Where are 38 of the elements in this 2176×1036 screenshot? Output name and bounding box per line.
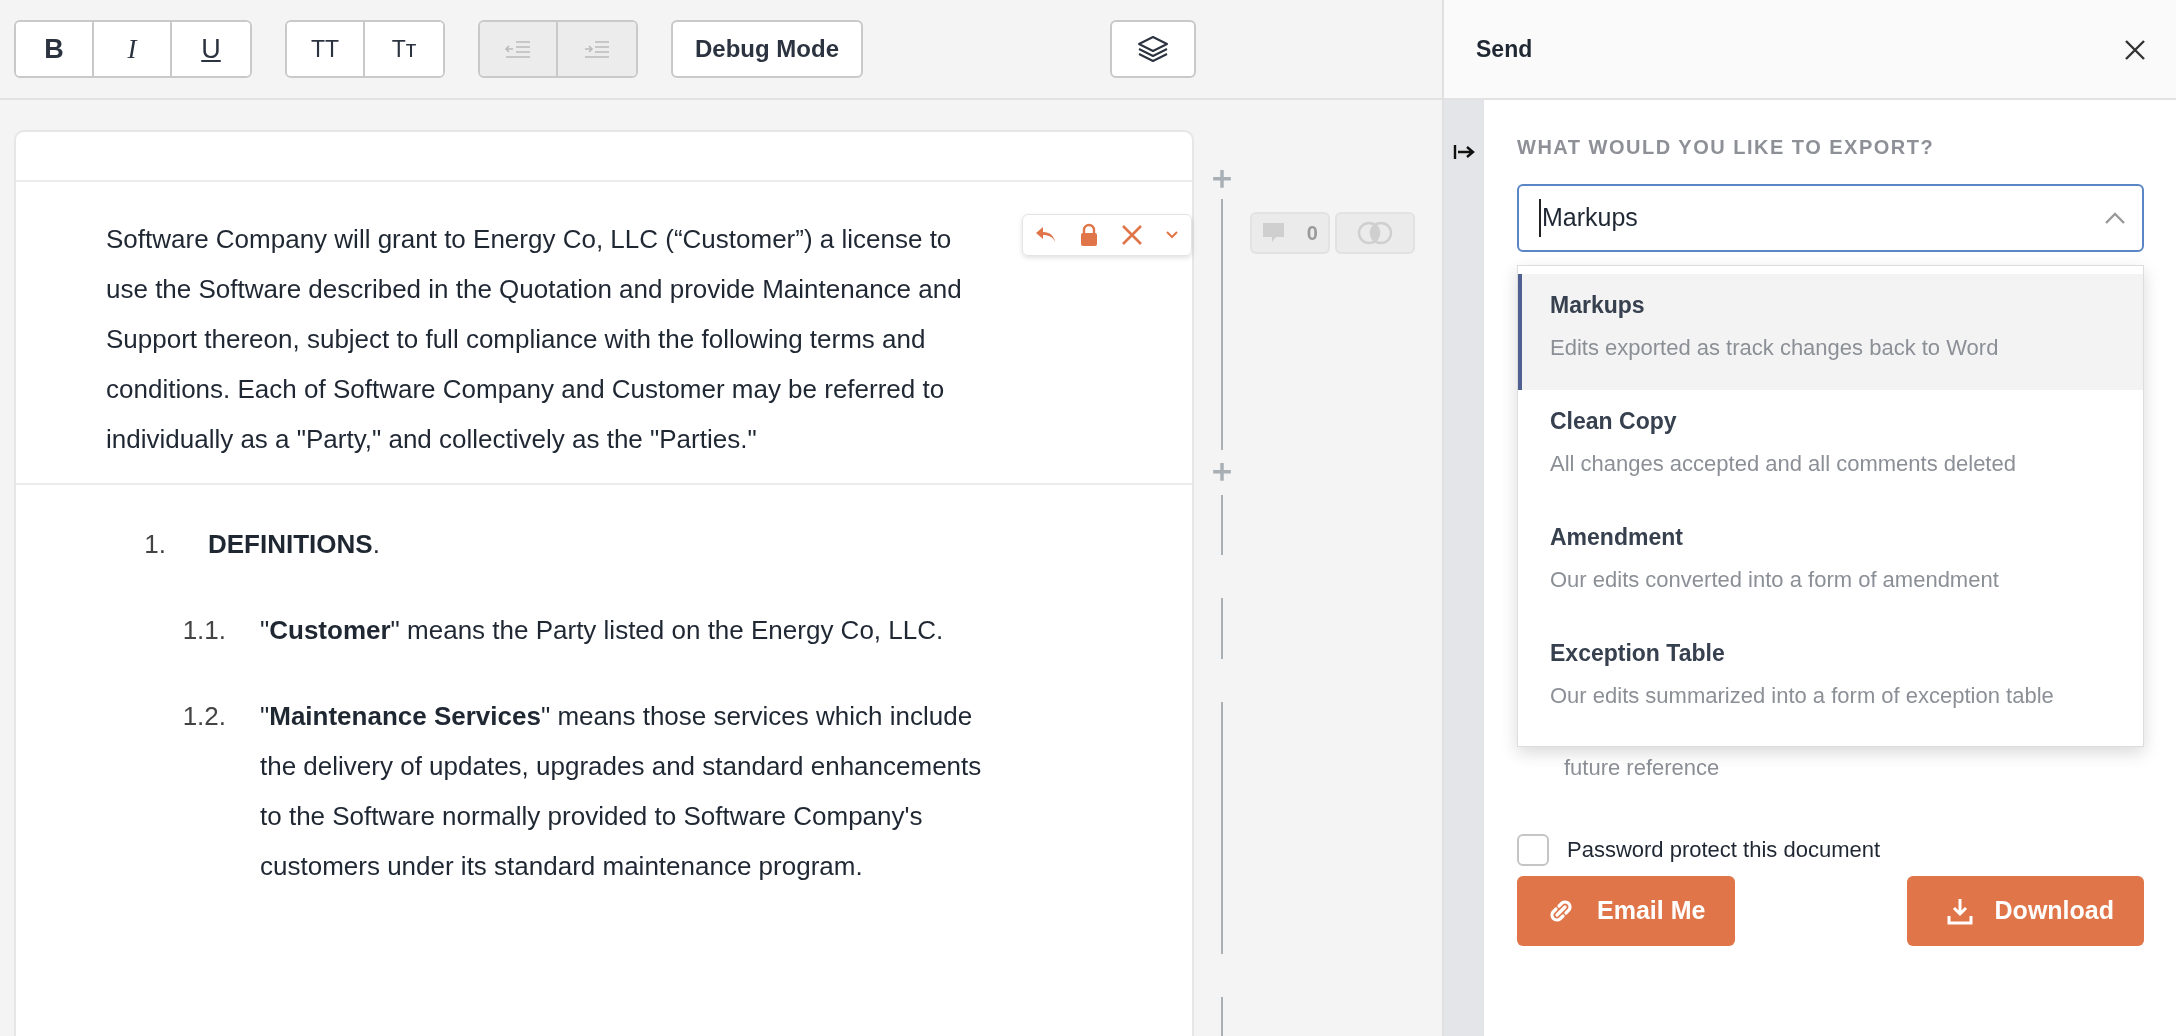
dropdown-option[interactable]: Amendment Our edits converted into a form of amendment	[1518, 506, 2143, 622]
layers-button[interactable]	[1110, 20, 1196, 78]
comment-icon	[1262, 222, 1287, 244]
paragraph-text: Software Company will grant to Energy Co, LLC (“Customer”) a license to use the Software described in the Quotation and provide Maintenance and Support thereon, subject to full compliance with the following terms and conditions. Each of Software Company and Customer may be referred to individually as a "Party," and collectively as the "Parties."	[105, 223, 963, 456]
layers-icon	[1136, 34, 1170, 64]
panel-title: Send	[1476, 34, 1533, 64]
add-icon[interactable]	[1212, 169, 1232, 189]
chevron-down-icon[interactable]	[1165, 230, 1179, 240]
clause-text: DEFINITIONS.	[208, 528, 381, 561]
bold-button[interactable]: B	[16, 22, 94, 76]
clause-number: 1.2.	[181, 700, 226, 733]
reply-icon[interactable]	[1035, 226, 1057, 244]
dropdown-option[interactable]: Markups Edits exported as track changes back to Word	[1518, 274, 2143, 390]
close-button[interactable]	[2124, 37, 2146, 61]
add-icon[interactable]	[1212, 461, 1232, 482]
export-select[interactable]: Markups	[1517, 184, 2144, 252]
link-icon	[1547, 897, 1575, 925]
lock-icon[interactable]	[1079, 223, 1099, 247]
outdent-icon	[504, 39, 532, 59]
note-text: future reference	[1564, 754, 1720, 782]
indent-icon	[583, 39, 611, 59]
dropdown-option[interactable]: Clean Copy All changes accepted and all comments deleted	[1518, 390, 2143, 506]
checkbox-label: Password protect this document	[1567, 836, 1881, 864]
clause-number: 1.1.	[181, 614, 226, 647]
comment-count: 0	[1306, 221, 1318, 246]
password-checkbox[interactable]	[1517, 833, 1549, 866]
dropdown-option[interactable]: Exception Table Our edits summarized into a form of exception table	[1518, 622, 2143, 738]
download-icon	[1946, 897, 1973, 925]
clause-text: "Customer" means the Party listed on the Energy Co, LLC.	[260, 614, 945, 647]
debug-mode-button[interactable]: Debug Mode	[671, 20, 863, 78]
text-case-button[interactable]: TT	[287, 22, 365, 76]
clause-text: "Maintenance Services" means those services which include the delivery of updates, upgrades and standard enhancements to the Software normally provided to Software Company's customers under its standard maintenance program.	[260, 700, 983, 883]
clause-number: 1.	[143, 528, 166, 561]
close-icon[interactable]	[1121, 224, 1143, 246]
overlap-circles-icon	[1356, 221, 1394, 245]
collapse-panel-icon[interactable]	[1453, 144, 1475, 160]
chevron-up-icon	[2104, 211, 2126, 225]
field-label: WHAT WOULD YOU LIKE TO EXPORT?	[1517, 135, 1936, 160]
